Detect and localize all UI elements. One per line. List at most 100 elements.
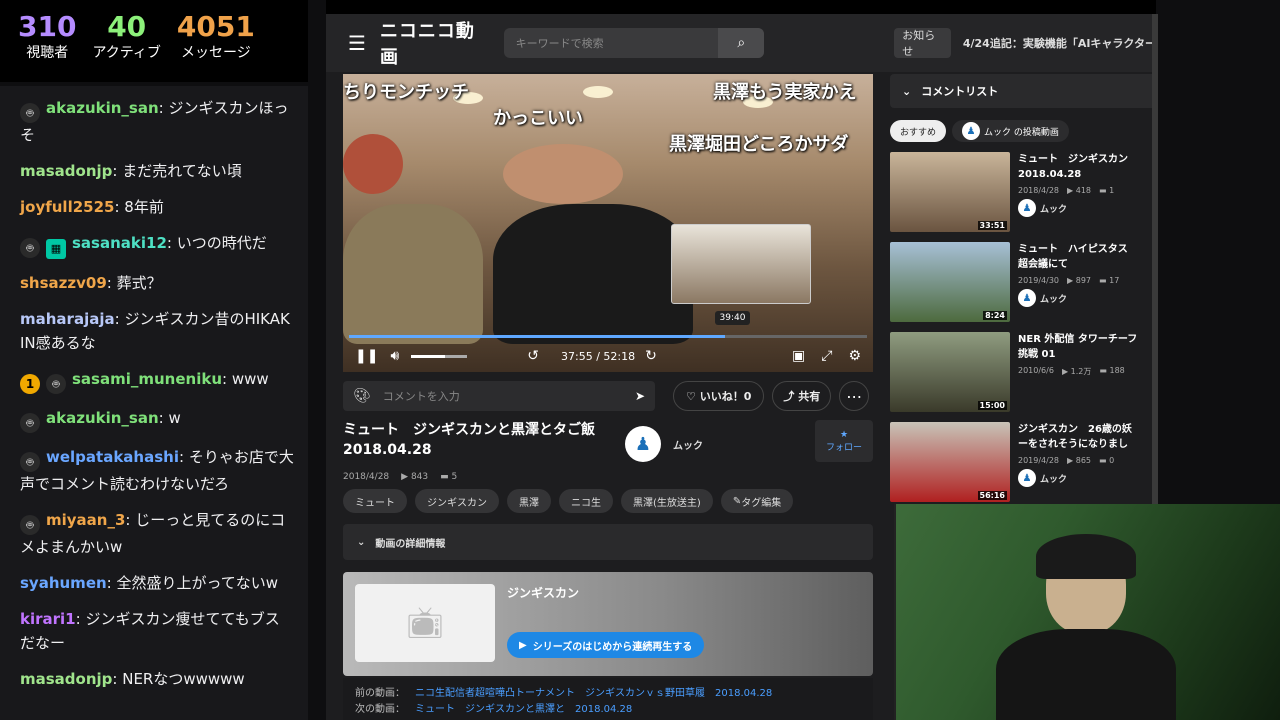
chat-username[interactable]: shsazzv09 xyxy=(20,274,107,292)
palette-icon[interactable]: 🎨︎ xyxy=(353,388,371,404)
related-video-item[interactable]: 15:00 NER 外配信 タワーチーフ 挑戦 01 2010/6/6 ▶ 1.2万 ▬ … xyxy=(890,332,1156,412)
video-title-line2[interactable]: 2018.04.28 xyxy=(1018,167,1156,182)
video-meta: 2019/4/28 ▶ 865 ▬ 0 xyxy=(1018,456,1156,465)
chat-username[interactable]: masadonjp xyxy=(20,670,112,688)
prev-link[interactable]: ニコ生配信者超喧嘩凸トーナメント ジンギスカンｖｓ野田草履 2018.04.28 xyxy=(415,688,772,699)
tag-item[interactable]: 黒澤(生放送主) xyxy=(621,489,713,513)
comment-count: ▬ 188 xyxy=(1099,366,1125,375)
video-title[interactable]: ミュート ハイピスタス xyxy=(1018,242,1156,257)
settings-icon[interactable]: ⚙ xyxy=(848,348,861,364)
comment-count-value: 188 xyxy=(1109,366,1125,375)
chat-message: 🤖︎ akazukin_san: w xyxy=(20,406,294,433)
like-button[interactable]: ♡ いいね！0 xyxy=(673,381,765,411)
related-video-item[interactable]: 8:24 ミュート ハイピスタス 超会議にて 2019/4/30 ▶ 897 ▬ 17 ♟ ム… xyxy=(890,242,1156,322)
follow-button[interactable]: ★ フォロー xyxy=(815,420,873,462)
chat-username[interactable]: masadonjp xyxy=(20,162,112,180)
volume-slider[interactable] xyxy=(411,354,468,358)
action-bar: 🎨︎ コメントを入力 ➤ ♡ いいね！0 ⤴ 共有 ⋯ xyxy=(343,380,873,412)
uploader[interactable]: ♟ ムック xyxy=(625,426,703,462)
notice-button[interactable]: お知らせ xyxy=(894,28,951,58)
chat-username[interactable]: maharajaja xyxy=(20,310,115,328)
person-body xyxy=(493,204,693,344)
person-body xyxy=(343,204,483,344)
share-button[interactable]: ⤴ 共有 xyxy=(772,381,832,411)
stat-value: 4051 xyxy=(176,10,255,43)
seek-bar[interactable] xyxy=(349,335,867,338)
gift-badge-icon: ▦ xyxy=(46,239,66,259)
video-title[interactable]: ジンギスカン 26歳の妖 xyxy=(1018,422,1156,437)
menu-icon[interactable]: ☰ xyxy=(348,31,366,55)
tab-recommended[interactable]: おすすめ xyxy=(890,120,947,142)
page-scrollbar[interactable] xyxy=(1152,14,1158,514)
uploader[interactable]: ♟ ムック xyxy=(1018,469,1156,487)
rewind-10-icon[interactable]: ↺ xyxy=(527,348,539,364)
video-title[interactable]: ミュート ジンギスカン xyxy=(1018,152,1156,167)
search-icon[interactable]: ⌕ xyxy=(718,28,765,58)
tag-item[interactable]: ミュート xyxy=(343,489,407,513)
pause-icon[interactable]: ❚❚ xyxy=(355,348,378,364)
video-info: ミュート ジンギスカン 2018.04.28 2018/4/28 ▶ 418 ▬ 1 ♟ ム… xyxy=(1018,152,1156,232)
series-name[interactable]: ジンギスカン xyxy=(507,584,579,601)
upload-date: 2019/4/30 xyxy=(1018,276,1060,285)
comment-list-toggle[interactable]: ⌄ コメントリスト xyxy=(890,74,1156,108)
chat-colon: : xyxy=(178,448,189,466)
person-hair xyxy=(343,134,403,194)
chat-username[interactable]: welpatakahashi xyxy=(46,448,179,466)
volume-icon[interactable]: 🔊︎ xyxy=(390,348,399,364)
comment-input[interactable]: 🎨︎ コメントを入力 ➤ xyxy=(343,381,655,411)
next-label: 次の動画： xyxy=(355,704,405,715)
chat-username[interactable]: akazukin_san xyxy=(46,99,159,117)
chat-username[interactable]: miyaan_3 xyxy=(46,511,125,529)
uploader-name[interactable]: ムック xyxy=(673,437,703,452)
video-title-line2[interactable]: 超会議にて xyxy=(1018,257,1156,272)
site-logo[interactable]: ニコニコ動画 xyxy=(380,17,486,69)
send-icon[interactable]: ➤ xyxy=(635,389,645,403)
tab-uploader-videos[interactable]: ♟ ムック の投稿動画 xyxy=(952,120,1069,142)
tag-item[interactable]: ニコ生 xyxy=(559,489,613,513)
forward-10-icon[interactable]: ↻ xyxy=(645,348,657,364)
chat-username[interactable]: kirari1 xyxy=(20,610,76,628)
view-count: ▶ 1.2万 xyxy=(1061,367,1092,376)
notice-text[interactable]: 4/24追記：実験機能「AIキャラクター xyxy=(963,35,1156,51)
search-input[interactable]: キーワードで検索 ⌕ xyxy=(503,28,765,58)
avatar[interactable]: ♟ xyxy=(625,426,661,462)
tag-list: ミュート ジンギスカン 黒澤 ニコ生 黒澤(生放送主) ✎ タグ編集 xyxy=(343,489,794,513)
video-thumbnail[interactable]: 33:51 xyxy=(890,152,1010,232)
video-title-line2[interactable]: ーをされそうになりまし xyxy=(1018,437,1156,452)
tag-label: 黒澤(生放送主) xyxy=(633,497,701,509)
chat-username[interactable]: sasanaki12 xyxy=(72,234,167,252)
chat-username[interactable]: sasami_muneniku xyxy=(72,370,222,388)
series-play-button[interactable]: ▶ シリーズのはじめから連続再生する xyxy=(507,632,705,658)
uploader[interactable]: ♟ ムック xyxy=(1018,289,1156,307)
tag-item[interactable]: ジンギスカン xyxy=(415,489,499,513)
fullscreen-icon[interactable]: ⤢ xyxy=(821,348,832,364)
tv-icon[interactable]: 📺︎ xyxy=(355,584,495,662)
chat-username[interactable]: joyfull2525 xyxy=(20,198,114,216)
details-toggle[interactable]: ⌄ 動画の詳細情報 xyxy=(343,524,873,560)
next-video: 次の動画： ミュート ジンギスカンと黒澤と 2018.04.28 xyxy=(355,702,861,718)
video-player[interactable]: ちりモンチッチ かっこいい 黒澤もう実家かえ 黒澤堀田どころかサダ 39:40 … xyxy=(343,74,873,372)
chat-text: 全然盛り上がってないw xyxy=(116,574,279,592)
next-link[interactable]: ミュート ジンギスカンと黒澤と 2018.04.28 xyxy=(415,704,632,715)
series-panel: 📺︎ ジンギスカン ▶ シリーズのはじめから連続再生する xyxy=(343,572,873,676)
video-title[interactable]: NER 外配信 タワーチーフ xyxy=(1018,332,1156,347)
webcam-overlay xyxy=(894,504,1280,720)
uploader[interactable]: ♟ ムック xyxy=(1018,199,1156,217)
related-video-item[interactable]: 33:51 ミュート ジンギスカン 2018.04.28 2018/4/28 ▶ 418… xyxy=(890,152,1156,232)
view-count: ▶ 865 xyxy=(1067,456,1092,465)
edit-tags-button[interactable]: ✎ タグ編集 xyxy=(720,489,794,513)
window-top-strip xyxy=(326,0,1156,14)
more-options-icon[interactable]: ⋯ xyxy=(839,381,870,411)
sidebar-tabs: おすすめ ♟ ムック の投稿動画 xyxy=(890,120,1156,142)
video-thumbnail[interactable]: 15:00 xyxy=(890,332,1010,412)
chat-username[interactable]: akazukin_san xyxy=(46,409,159,427)
video-thumbnail[interactable]: 56:16 xyxy=(890,422,1010,502)
related-video-item[interactable]: 56:16 ジンギスカン 26歳の妖 ーをされそうになりまし 2019/4/28 ▶ 8… xyxy=(890,422,1156,502)
video-thumbnail[interactable]: 8:24 xyxy=(890,242,1010,322)
comment-toggle-icon[interactable]: ▣ xyxy=(792,348,805,364)
video-title-line2[interactable]: 挑戦 01 xyxy=(1018,347,1156,362)
tag-item[interactable]: 黒澤 xyxy=(507,489,551,513)
chat-username[interactable]: syahumen xyxy=(20,574,107,592)
play-icon: ▶ xyxy=(519,639,527,651)
chat-colon: : xyxy=(114,198,125,216)
